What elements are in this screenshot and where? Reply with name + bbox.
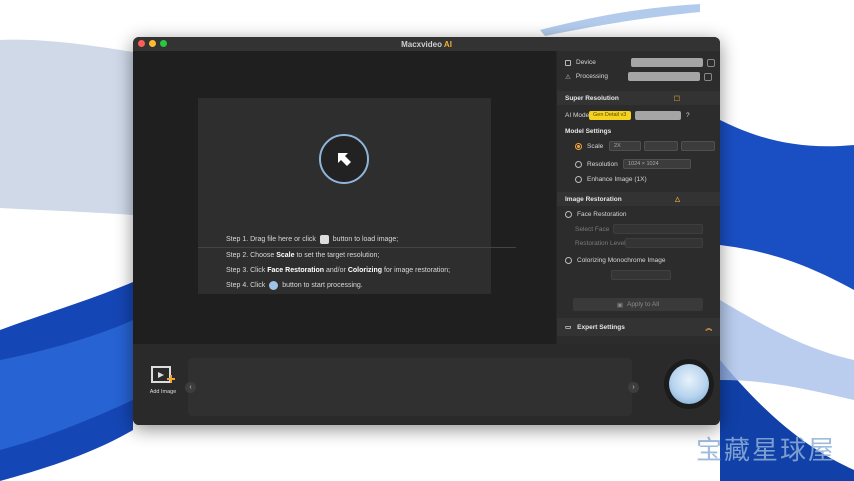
model-settings-label: Model Settings bbox=[565, 128, 612, 135]
prev-arrow-icon[interactable]: ‹ bbox=[185, 382, 196, 393]
expert-settings-label: Expert Settings bbox=[577, 323, 625, 331]
step-3: Step 3. Click Face Restoration and/or Co… bbox=[226, 267, 451, 274]
processing-icon: ⚠ bbox=[565, 73, 571, 81]
restoration-level-row: Restoration Level bbox=[575, 238, 703, 248]
processing-label: Processing bbox=[575, 73, 608, 80]
close-window-button[interactable] bbox=[138, 40, 145, 47]
restoration-level-label: Restoration Level bbox=[575, 239, 626, 247]
face-restoration-label: Face Restoration bbox=[577, 211, 627, 218]
enhance-radio[interactable] bbox=[575, 176, 582, 183]
title-ai-text: AI bbox=[443, 39, 452, 49]
step-1: Step 1. Drag file here or click button t… bbox=[226, 234, 399, 244]
resolution-select[interactable]: 1024 × 1024 bbox=[623, 159, 691, 169]
arrow-icon-svg bbox=[338, 153, 351, 166]
run-button[interactable] bbox=[664, 359, 714, 409]
instructions: Step 1. Drag file here or click button t… bbox=[198, 232, 516, 293]
colorizing-row: Colorizing Monochrome Image bbox=[565, 257, 666, 264]
resolution-label: Resolution bbox=[587, 160, 618, 168]
select-face-row: Select Face bbox=[575, 224, 703, 234]
select-face-label: Select Face bbox=[575, 225, 610, 233]
bottom-bar: Add Image ‹ › bbox=[133, 344, 720, 425]
ai-model-extra bbox=[635, 111, 681, 120]
watermark-text: 宝藏星球屋 bbox=[695, 436, 836, 466]
face-restoration-radio[interactable] bbox=[565, 211, 572, 218]
title-text: Macxvideo bbox=[401, 39, 442, 49]
load-image-icon bbox=[319, 234, 329, 244]
super-resolution-header: Super Resolution ⬚ bbox=[557, 91, 720, 105]
settings-monitor-icon: ▭ bbox=[565, 324, 572, 331]
window-title: Macxvideo AI bbox=[401, 40, 452, 49]
compare-icon[interactable]: ⬚ bbox=[674, 94, 680, 102]
traffic-lights bbox=[138, 40, 167, 47]
scale-height[interactable] bbox=[681, 141, 715, 151]
minimize-window-button[interactable] bbox=[149, 40, 156, 47]
apply-to-all-button[interactable]: ▣ Apply to All bbox=[573, 298, 703, 311]
device-dropdown-icon[interactable] bbox=[707, 58, 715, 67]
image-restoration-header: Image Restoration △ bbox=[557, 192, 720, 206]
device-checkbox[interactable] bbox=[565, 59, 571, 66]
scale-label: Scale bbox=[587, 142, 604, 150]
expert-settings-bar[interactable]: ▭ Expert Settings ︽ bbox=[557, 318, 720, 336]
select-face-select[interactable] bbox=[613, 224, 703, 234]
apply-icon: ▣ bbox=[616, 301, 623, 309]
processing-dropdown-icon[interactable] bbox=[703, 72, 712, 81]
run-icon bbox=[669, 364, 709, 404]
add-image-label: Add Image bbox=[149, 389, 177, 395]
colorizing-label: Colorizing Monochrome Image bbox=[577, 257, 666, 264]
add-image-button[interactable]: Add Image bbox=[143, 365, 183, 405]
run-mini-icon bbox=[269, 280, 279, 290]
face-restoration-row: Face Restoration bbox=[565, 211, 627, 218]
settings-panel: Device ⚠ Processing Super Resolution ⬚ A… bbox=[557, 51, 720, 344]
colorizing-select[interactable] bbox=[611, 270, 671, 280]
device-row: Device bbox=[565, 58, 715, 67]
add-image-icon bbox=[151, 366, 175, 383]
zoom-window-button[interactable] bbox=[160, 40, 167, 47]
device-select[interactable] bbox=[631, 58, 703, 67]
app-window: Macxvideo AI Step 1. Drag file here or c… bbox=[133, 37, 720, 425]
titlebar: Macxvideo AI bbox=[133, 37, 720, 51]
colorizing-radio[interactable] bbox=[565, 257, 572, 264]
preview-area: Step 1. Drag file here or click button t… bbox=[133, 51, 556, 344]
upload-arrow-icon[interactable] bbox=[319, 134, 369, 184]
resolution-radio[interactable] bbox=[575, 160, 582, 168]
enhance-row: Enhance Image (1X) bbox=[575, 176, 647, 183]
ai-model-label: AI Model bbox=[565, 112, 591, 119]
processing-row: ⚠ Processing bbox=[565, 72, 715, 81]
step-2: Step 2. Choose Scale to set the target r… bbox=[226, 252, 380, 259]
thumbnail-strip[interactable]: ‹ › bbox=[185, 358, 639, 416]
enhance-label: Enhance Image (1X) bbox=[587, 176, 647, 183]
image-dropzone[interactable]: Step 1. Drag file here or click button t… bbox=[198, 98, 516, 294]
next-arrow-icon[interactable]: › bbox=[628, 382, 639, 393]
processing-select[interactable] bbox=[627, 72, 700, 81]
ai-model-row: AI Model Gen Detail v3 ? bbox=[565, 111, 690, 120]
restoration-level-select[interactable] bbox=[625, 238, 703, 248]
scale-select[interactable]: 2X bbox=[609, 141, 641, 151]
chevron-up-icon[interactable]: ︽ bbox=[706, 322, 713, 332]
scale-row: Scale 2X bbox=[575, 141, 715, 151]
scale-radio[interactable] bbox=[575, 142, 582, 150]
restore-icon[interactable]: △ bbox=[675, 195, 680, 203]
help-icon[interactable]: ? bbox=[686, 112, 690, 119]
step-4: Step 4. Click button to start processing… bbox=[226, 280, 363, 290]
ai-model-select[interactable]: Gen Detail v3 bbox=[589, 111, 631, 120]
device-label: Device bbox=[576, 59, 596, 66]
scale-width[interactable] bbox=[644, 141, 678, 151]
resolution-row: Resolution 1024 × 1024 bbox=[575, 159, 691, 169]
colorizing-option-row bbox=[611, 270, 671, 280]
